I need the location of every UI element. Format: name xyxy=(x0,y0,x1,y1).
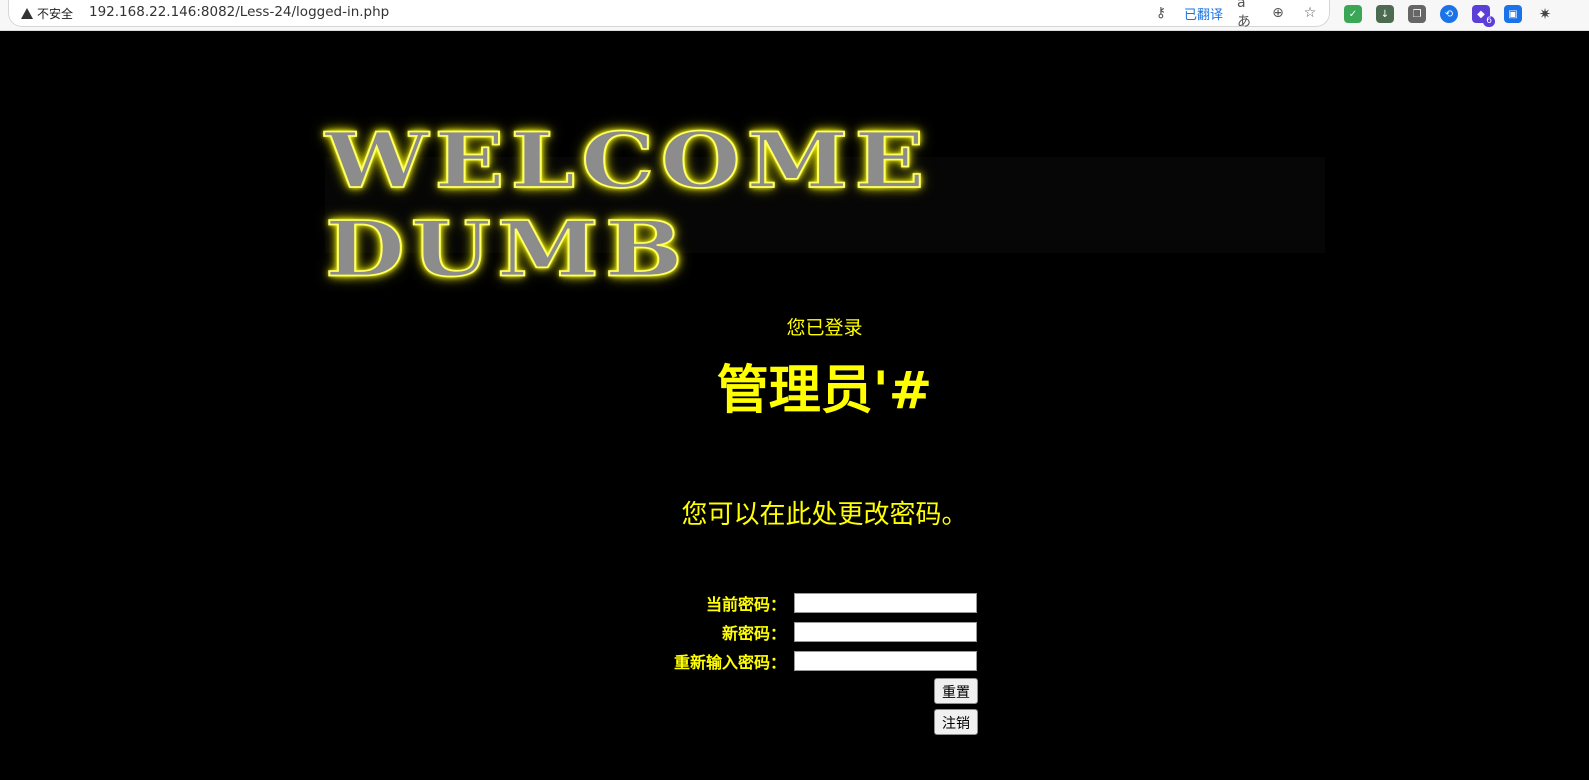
logout-button[interactable]: 注销 xyxy=(934,708,978,735)
username-heading: 管理员'# xyxy=(716,361,933,421)
zoom-icon[interactable]: ⊕ xyxy=(1269,4,1287,22)
warning-icon xyxy=(21,7,33,19)
current-password-input[interactable] xyxy=(794,592,977,613)
copy-extension-icon[interactable]: ❐ xyxy=(1408,5,1426,23)
security-label: 不安全 xyxy=(37,6,74,21)
banner-text: WELCOME DUMB xyxy=(324,116,931,295)
change-password-form: 当前密码： 新密码： 重新输入密码： 重置 注销 xyxy=(640,588,980,737)
retype-password-label: 重新输入密码： xyxy=(673,652,786,672)
change-password-text: 您可以在此处更改密码。 xyxy=(681,500,968,530)
shield-extension-icon[interactable]: ✓ xyxy=(1344,5,1362,23)
reset-button[interactable]: 重置 xyxy=(934,677,978,704)
hackbar-extension-icon[interactable]: ◆ 6 xyxy=(1472,5,1495,27)
retype-password-input[interactable] xyxy=(794,650,977,671)
profile-extension-icon[interactable]: ▣ xyxy=(1504,5,1522,23)
share-extension-icon[interactable]: ⟲ xyxy=(1440,5,1458,23)
bookmark-star-icon[interactable]: ☆ xyxy=(1301,4,1319,22)
extensions-puzzle-icon[interactable]: ✷ xyxy=(1536,5,1554,23)
browser-toolbar: 不安全 192.168.22.146:8082/Less-24/logged-i… xyxy=(0,0,1589,31)
current-password-label: 当前密码： xyxy=(705,594,786,614)
translate-icon[interactable]: aあ xyxy=(1237,0,1255,30)
address-bar[interactable]: 不安全 192.168.22.146:8082/Less-24/logged-i… xyxy=(8,0,1330,30)
extension-badge: 6 xyxy=(1483,16,1495,27)
url-text[interactable]: 192.168.22.146:8082/Less-24/logged-in.ph… xyxy=(89,4,389,20)
key-icon[interactable]: ⚷ xyxy=(1152,4,1170,22)
security-indicator[interactable]: 不安全 xyxy=(21,5,73,21)
welcome-banner: WELCOME DUMB xyxy=(324,116,1325,294)
translated-label[interactable]: 已翻译 xyxy=(1184,4,1223,23)
new-password-label: 新密码： xyxy=(721,623,786,643)
download-extension-icon[interactable]: ↓ xyxy=(1376,5,1394,23)
logged-in-text: 您已登录 xyxy=(786,317,863,339)
new-password-input[interactable] xyxy=(794,621,977,642)
